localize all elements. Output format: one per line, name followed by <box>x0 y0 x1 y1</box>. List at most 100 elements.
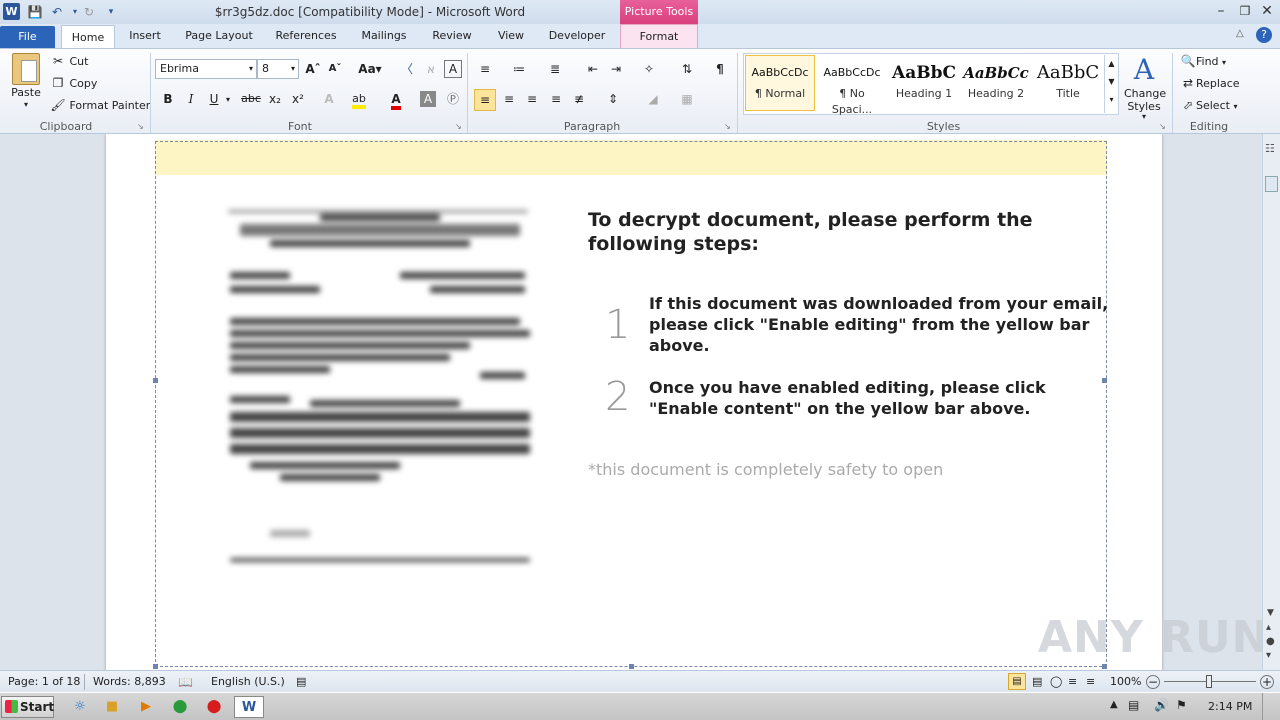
replace-button[interactable]: ⇄ Replace <box>1180 75 1240 92</box>
chrome-icon[interactable]: ⬤ <box>168 696 192 718</box>
outline-view-icon[interactable]: ≡ <box>1068 671 1077 693</box>
word-taskbar-button[interactable]: W <box>234 696 264 718</box>
media-player-icon[interactable]: ▶ <box>134 696 158 718</box>
highlight-icon[interactable]: ab <box>348 89 370 109</box>
style-normal[interactable]: AaBbCcDc ¶ Normal <box>745 55 815 111</box>
tab-page-layout[interactable]: Page Layout <box>180 24 258 48</box>
distributed-icon[interactable]: ≢ <box>568 89 590 109</box>
font-size-box[interactable]: 8 ▾ <box>257 59 299 79</box>
borders-icon[interactable]: ▦ <box>676 89 698 109</box>
format-painter-button[interactable]: 🖌 Format Painter <box>50 97 150 114</box>
increase-indent-icon[interactable]: ⇥ <box>605 59 627 79</box>
numbering-icon[interactable]: ≔ <box>508 59 530 79</box>
resize-handle[interactable] <box>153 664 158 669</box>
clipboard-launcher-icon[interactable]: ↘ <box>137 122 144 131</box>
page-count[interactable]: Page: 1 of 18 <box>8 671 80 693</box>
tab-format[interactable]: Format <box>620 24 698 48</box>
word-count[interactable]: Words: 8,893 <box>93 671 166 693</box>
zoom-slider-thumb[interactable] <box>1206 675 1212 688</box>
resize-handle[interactable] <box>1102 664 1107 669</box>
action-center-icon[interactable]: ⚑ <box>1176 698 1187 712</box>
character-shading-icon[interactable]: A <box>420 91 436 107</box>
start-button[interactable]: Start <box>1 696 54 718</box>
tab-mailings[interactable]: Mailings <box>354 24 414 48</box>
ruler-toggle-icon[interactable]: ☷ <box>1265 142 1275 155</box>
scroll-thumb[interactable] <box>1265 176 1278 192</box>
multilevel-list-icon[interactable]: ≣ <box>544 59 566 79</box>
tab-view[interactable]: View <box>490 24 532 48</box>
zoom-level[interactable]: 100% <box>1110 671 1141 693</box>
phonetic-guide-icon[interactable]: א <box>420 59 442 79</box>
align-center-icon[interactable]: ≡ <box>498 89 520 109</box>
show-formatting-marks-icon[interactable]: ¶ <box>709 59 731 79</box>
minimize-button[interactable]: – <box>1210 2 1232 20</box>
opera-icon[interactable]: ⬤ <box>202 696 226 718</box>
help-icon[interactable]: ? <box>1256 27 1272 43</box>
bold-icon[interactable]: B <box>157 89 179 109</box>
font-name-box[interactable]: Ebrima ▾ <box>155 59 257 79</box>
character-border-icon[interactable]: A <box>444 60 462 78</box>
copy-button[interactable]: ❐ Copy <box>50 75 98 92</box>
vertical-scrollbar[interactable]: ☷ ▼ ▴ ● ▾ <box>1262 134 1280 670</box>
language-indicator[interactable]: English (U.S.) <box>211 671 285 693</box>
resize-handle[interactable] <box>153 378 158 383</box>
justify-icon[interactable]: ≡ <box>545 89 567 109</box>
ribbon-minimize-icon[interactable]: △ <box>1236 28 1244 39</box>
find-button[interactable]: 🔍Find ▾ <box>1180 53 1227 71</box>
superscript-icon[interactable]: x² <box>287 89 309 109</box>
tab-review[interactable]: Review <box>426 24 478 48</box>
macro-recording-icon[interactable]: ▤ <box>296 671 306 693</box>
show-desktop-button[interactable] <box>1262 693 1280 720</box>
select-browse-object-icon[interactable]: ● <box>1266 636 1275 647</box>
styles-scroll[interactable]: ▲ ▼ ▾ <box>1104 55 1118 113</box>
proofing-icon[interactable]: 📖 <box>178 671 193 693</box>
network-icon[interactable]: ▤ <box>1128 698 1139 712</box>
shading-icon[interactable]: ◢ <box>642 89 664 109</box>
shrink-font-icon[interactable]: Aˇ <box>324 59 346 79</box>
change-case-icon[interactable]: Aa▾ <box>356 59 384 79</box>
align-right-icon[interactable]: ≡ <box>521 89 543 109</box>
style-heading-2[interactable]: AaBbCc Heading 2 <box>961 55 1031 111</box>
volume-icon[interactable]: 🔊 <box>1154 698 1169 712</box>
maximize-button[interactable]: ❐ <box>1234 2 1256 20</box>
tab-developer[interactable]: Developer <box>544 24 610 48</box>
cut-button[interactable]: ✂ Cut <box>50 53 89 70</box>
subscript-icon[interactable]: x₂ <box>264 89 286 109</box>
tab-references[interactable]: References <box>270 24 342 48</box>
paragraph-launcher-icon[interactable]: ↘ <box>724 122 731 131</box>
previous-page-icon[interactable]: ▴ <box>1266 622 1271 633</box>
sort-icon[interactable]: ⇅ <box>676 59 698 79</box>
web-layout-icon[interactable]: ◯ <box>1050 671 1062 693</box>
scroll-down-icon[interactable]: ▼ <box>1267 608 1274 618</box>
font-launcher-icon[interactable]: ↘ <box>455 122 462 131</box>
decrease-indent-icon[interactable]: ⇤ <box>582 59 604 79</box>
paste-button[interactable]: Paste ▾ <box>8 53 44 109</box>
resize-handle[interactable] <box>629 664 634 669</box>
close-button[interactable]: ✕ <box>1256 2 1278 20</box>
enclose-characters-icon[interactable]: Ⓟ <box>442 89 464 109</box>
clock[interactable]: 2:14 PM <box>1208 700 1252 713</box>
style-title[interactable]: AaBbC Title <box>1033 55 1103 111</box>
draft-view-icon[interactable]: ≡ <box>1086 671 1095 693</box>
tab-home[interactable]: Home <box>61 25 115 48</box>
clear-formatting-icon[interactable]: 〈 <box>396 59 418 79</box>
underline-dropdown-icon[interactable]: ▾ <box>226 95 230 104</box>
next-page-icon[interactable]: ▾ <box>1266 650 1271 661</box>
line-spacing-icon[interactable]: ⇕ <box>602 89 624 109</box>
strikethrough-icon[interactable]: abc <box>238 89 264 109</box>
style-heading-1[interactable]: AaBbC Heading 1 <box>889 55 959 111</box>
bullets-icon[interactable]: ≡ <box>474 59 496 79</box>
align-left-icon[interactable]: ≡ <box>474 89 496 111</box>
tab-insert[interactable]: Insert <box>124 24 166 48</box>
text-effects-icon[interactable]: A <box>318 89 340 109</box>
print-layout-view-icon[interactable]: ▤ <box>1008 673 1026 690</box>
zoom-out-icon[interactable]: − <box>1146 675 1160 689</box>
styles-launcher-icon[interactable]: ↘ <box>1159 122 1166 131</box>
change-styles-button[interactable]: A Change Styles ▾ <box>1124 53 1166 121</box>
zoom-in-icon[interactable]: + <box>1260 675 1274 689</box>
italic-icon[interactable]: I <box>180 89 202 109</box>
full-screen-reading-icon[interactable]: ▤ <box>1032 671 1042 693</box>
internet-explorer-icon[interactable]: ☼ <box>68 696 92 718</box>
tab-file[interactable]: File <box>0 26 55 48</box>
explorer-folder-icon[interactable]: ■ <box>100 696 124 718</box>
